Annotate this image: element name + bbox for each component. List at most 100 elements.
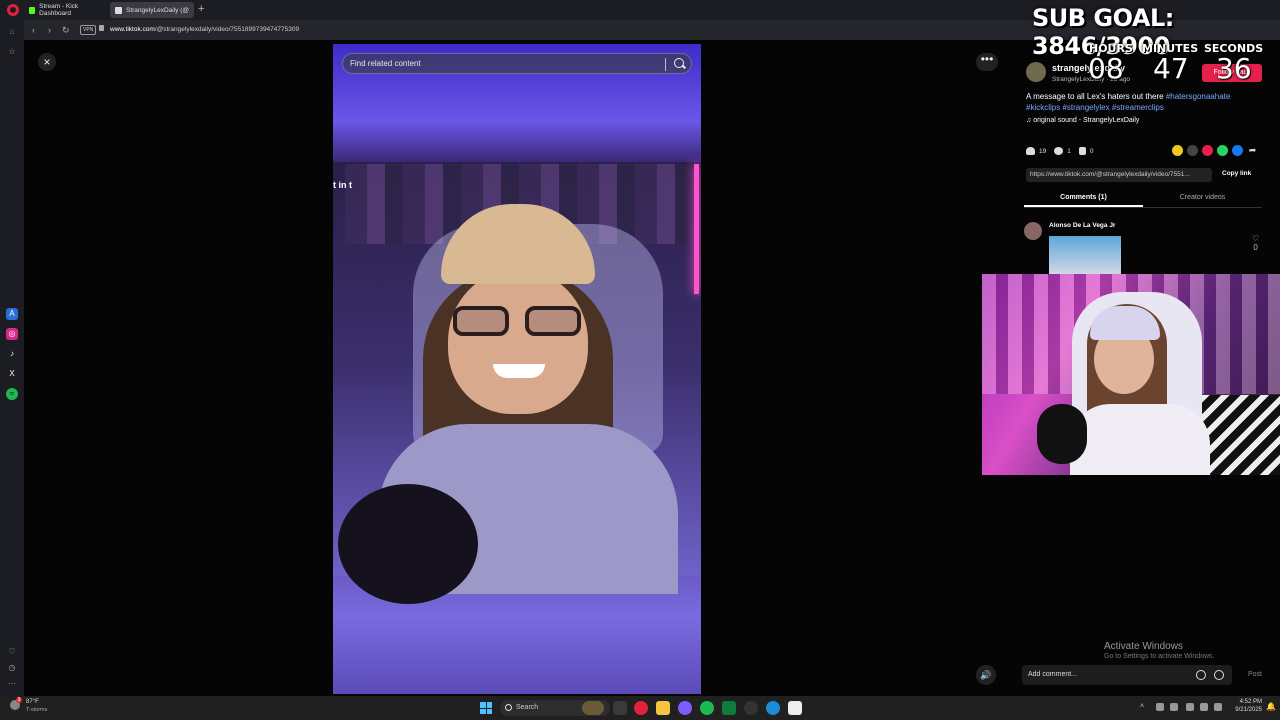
video-player[interactable]: t in t [333,44,701,694]
task-view-icon[interactable] [613,701,627,715]
tiktok-icon[interactable]: ♪ [6,348,18,360]
tab-creator-videos[interactable]: Creator videos [1143,194,1262,201]
notification-bell-icon[interactable]: 🔔 [1266,703,1276,711]
sound-link[interactable]: ♫ original sound - StrangelyLexDaily [1026,117,1139,124]
hashtag[interactable]: #streamerclips [1112,103,1164,112]
tray-app-icon[interactable] [1170,703,1178,711]
streamer-face [448,269,588,414]
search-input[interactable]: Find related content [342,53,692,74]
file-explorer-icon[interactable] [656,701,670,715]
emoji-icon[interactable] [1214,670,1224,680]
seconds-value: 36 [1216,52,1252,85]
opera-taskbar-icon[interactable] [634,701,648,715]
heart-icon[interactable]: ♡ [6,646,18,658]
sound-label: original sound - StrangelyLexDaily [1033,117,1140,124]
bookmark-icon [1078,147,1086,155]
hashtag[interactable]: #strangelylex [1062,103,1109,112]
hashtag[interactable]: #kickclips [1026,103,1060,112]
whatsapp-icon[interactable] [1217,145,1228,156]
volume-icon[interactable]: 🔊 [976,665,996,685]
clock-time[interactable]: 4:52 PM [1232,699,1262,705]
comment-button[interactable]: 1 [1054,147,1071,155]
windows-taskbar: 3 87°F T-storms Search ˄ 4:52 PM 9/21/20… [0,696,1280,720]
more-icon[interactable]: ··· [6,678,18,690]
weather-condition: T-storms [26,707,48,713]
opera-logo-icon[interactable] [7,4,19,16]
save-button[interactable]: 0 [1078,147,1093,155]
new-tab-button[interactable]: + [198,3,204,15]
comment-count: 1 [1067,147,1071,155]
vpn-badge[interactable]: VPN [80,25,97,35]
battery-icon[interactable] [1214,703,1222,711]
clock-date[interactable]: 9/21/2025 [1228,707,1262,713]
like-button[interactable]: 19 [1026,147,1046,155]
url-field[interactable]: www.tiktok.com/@strangelylexdaily/video/… [110,26,299,33]
share-friends-icon[interactable] [1202,145,1213,156]
microphone [338,484,478,604]
search-icon[interactable] [674,58,684,68]
excel-icon[interactable] [722,701,736,715]
facebook-icon[interactable] [1232,145,1243,156]
close-button[interactable]: × [38,53,56,71]
share-arrow-icon[interactable]: ➦ [1247,145,1258,156]
instagram-icon[interactable]: ◎ [6,328,18,340]
search-icon [505,704,512,711]
tab-comments[interactable]: Comments (1) [1024,194,1143,207]
post-caption: A message to all Lex's haters out there … [1026,92,1256,113]
aria-icon[interactable]: A [6,308,18,320]
x-icon[interactable]: X [6,368,18,380]
discord-icon[interactable] [678,701,692,715]
wifi-icon[interactable] [1186,703,1194,711]
copy-link-button[interactable]: Copy link [1222,170,1251,177]
browser-sidebar: ⌂ ☆ A ◎ ♪ X ≈ ♡ ◷ ··· [0,20,24,696]
share-coin-icon[interactable] [1172,145,1183,156]
obs-icon[interactable] [744,701,758,715]
kick-favicon-icon [29,6,36,14]
search-placeholder: Find related content [350,59,421,68]
tab-kick-dashboard[interactable]: Stream - Kick Dashboard [24,2,108,18]
history-icon[interactable]: ◷ [6,662,18,674]
forward-button[interactable]: › [48,24,51,36]
tray-chevron-icon[interactable]: ˄ [1140,703,1148,711]
star-icon[interactable]: ☆ [6,46,18,58]
url-path: /@strangelylexdaily/video/75518997394747… [154,26,300,33]
search-divider [665,58,666,71]
webcam-overlay [982,274,1280,475]
comment-icon [1054,147,1064,155]
commenter-name[interactable]: Alonso De La Vega Jr [1049,222,1115,229]
browser-taskbar-icon[interactable] [766,701,780,715]
webcam-microphone [1037,404,1087,464]
speaker-icon[interactable] [1200,703,1208,711]
back-button[interactable]: ‹ [32,24,35,36]
windows-start-icon[interactable] [480,702,492,714]
add-comment-input[interactable]: Add comment... [1022,665,1232,685]
lock-icon[interactable] [99,25,104,31]
comment-tabs: Comments (1) Creator videos [1024,190,1262,208]
share-icons: ➦ [1172,145,1258,156]
search-highlight-icon[interactable] [582,701,604,715]
reload-button[interactable]: ↻ [62,24,70,36]
comment-like-button[interactable]: ♡ 0 [1252,234,1259,252]
comment-image[interactable] [1049,236,1121,274]
tab-tiktok[interactable]: StrangelyLexDaily (@ [110,2,194,18]
hashtag[interactable]: #hatersgonaahate [1166,92,1231,101]
minutes-value: 47 [1153,52,1189,85]
home-icon[interactable]: ⌂ [6,26,18,38]
more-options-button[interactable]: ••• [976,53,998,71]
activate-windows-title: Activate Windows [1104,641,1183,652]
embed-icon[interactable] [1187,145,1198,156]
mention-icon[interactable] [1196,670,1206,680]
app-taskbar-icon[interactable] [788,701,802,715]
post-stats: 19 1 0 [1026,146,1093,156]
post-comment-button[interactable]: Post [1248,671,1262,678]
post-link-field[interactable]: https://www.tiktok.com/@strangelylexdail… [1026,168,1212,182]
weather-badge: 3 [16,697,22,703]
commenter-avatar[interactable] [1024,222,1042,240]
streamer-glasses [453,306,585,336]
spotify-taskbar-icon[interactable] [700,701,714,715]
streamer-smile [493,364,545,378]
author-avatar[interactable] [1026,62,1046,82]
spotify-icon[interactable]: ≈ [6,388,18,400]
tray-app-icon[interactable] [1156,703,1164,711]
activate-windows-subtitle: Go to Settings to activate Windows. [1104,653,1215,660]
